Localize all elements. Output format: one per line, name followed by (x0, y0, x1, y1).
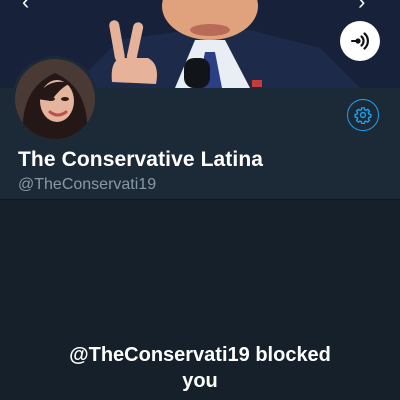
back-chevron-icon[interactable]: ‹ (22, 0, 38, 13)
gear-icon (354, 107, 372, 124)
podcast-button[interactable] (340, 21, 380, 61)
avatar-image (15, 59, 95, 139)
blocked-notice-line-1: @TheConservati19 blocked (69, 344, 331, 366)
profile-handle: @TheConservati19 (18, 176, 157, 193)
blocked-notice-line-2: you (182, 370, 218, 392)
podcast-icon (351, 32, 369, 50)
settings-button[interactable] (347, 99, 379, 131)
blocked-notice: @TheConservati19 blocked you (0, 342, 400, 394)
header-divider (0, 199, 400, 200)
forward-chevron-icon[interactable]: › (358, 0, 374, 13)
display-name: The Conservative Latina (18, 148, 264, 171)
avatar[interactable] (12, 56, 98, 142)
